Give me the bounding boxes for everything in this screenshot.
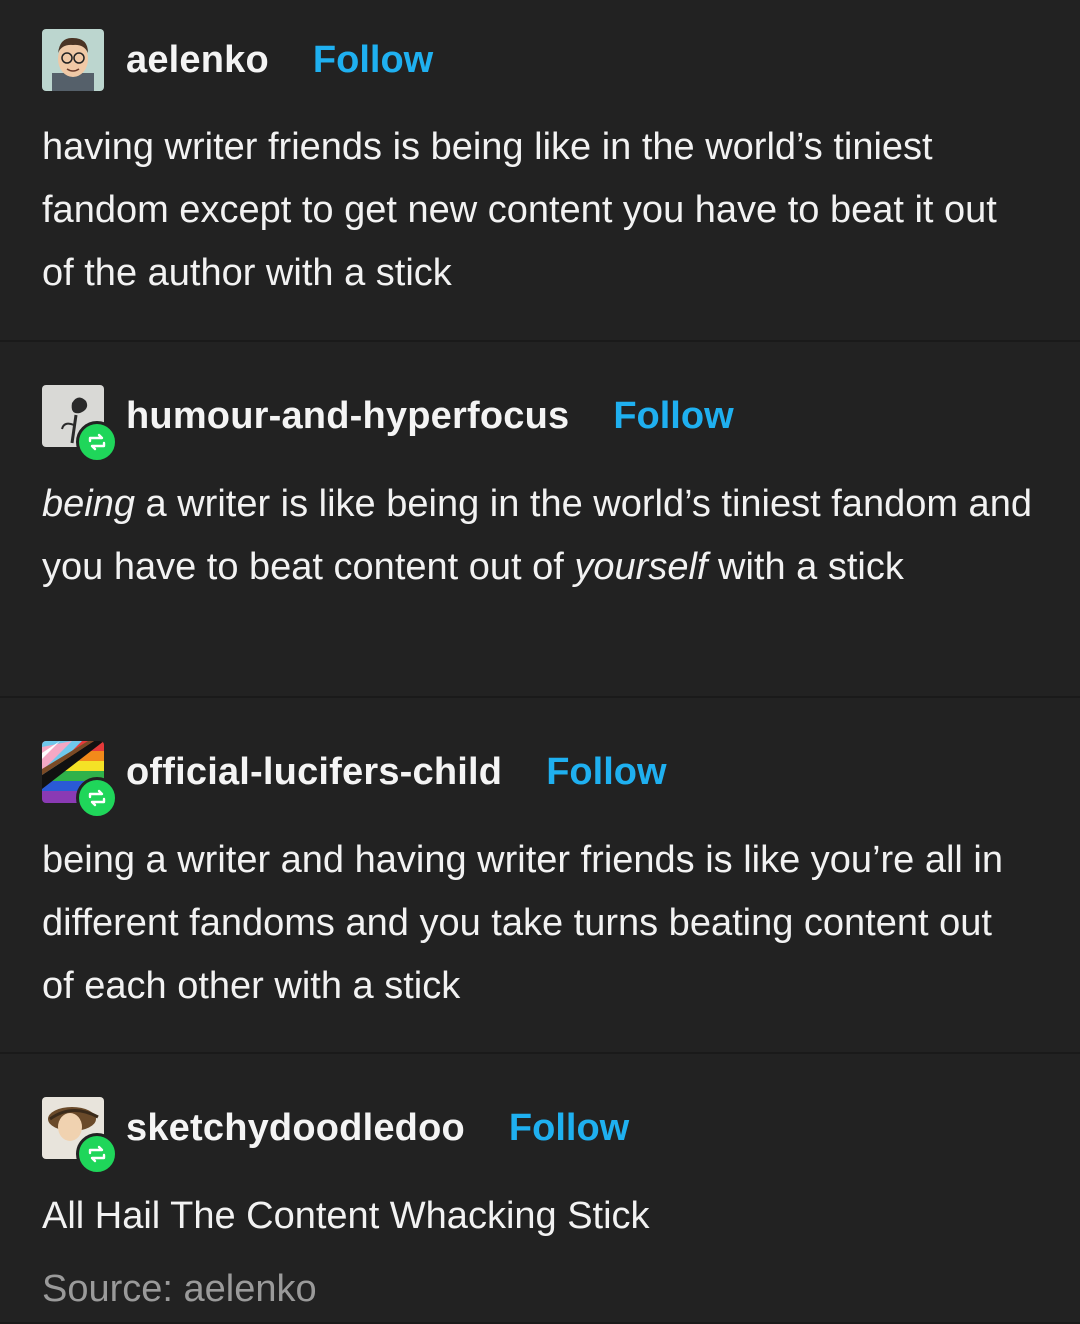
- reblog-icon: [76, 421, 118, 463]
- post-humour-and-hyperfocus: humour-and-hyperfocus Follow being a wri…: [0, 342, 1080, 698]
- post-header: sketchydoodledoo Follow: [42, 1096, 1038, 1175]
- post-text: being a writer and having writer friends…: [42, 839, 1004, 1007]
- avatar[interactable]: [42, 29, 104, 91]
- username[interactable]: sketchydoodledoo: [126, 1107, 465, 1150]
- post-header: humour-and-hyperfocus Follow: [42, 384, 1038, 463]
- post-text: having writer friends is being like in t…: [42, 126, 997, 294]
- emphasis-yourself: yourself: [574, 546, 708, 588]
- username[interactable]: official-lucifers-child: [126, 751, 502, 794]
- avatar[interactable]: [42, 741, 118, 819]
- reblog-icon: [76, 777, 118, 819]
- avatar[interactable]: [42, 385, 118, 463]
- text-end: with a stick: [707, 546, 904, 588]
- post-text: being a writer is like being in the worl…: [42, 473, 1042, 599]
- username[interactable]: humour-and-hyperfocus: [126, 395, 569, 438]
- emphasis-being: being: [42, 483, 135, 525]
- reblog-icon: [76, 1133, 118, 1175]
- cartoon-face-avatar: [42, 29, 104, 91]
- post-text: All Hail The Content Whacking Stick: [42, 1195, 650, 1237]
- avatar[interactable]: [42, 1097, 118, 1175]
- post-header: official-lucifers-child Follow: [42, 740, 1038, 819]
- post-header: aelenko Follow: [42, 28, 1038, 92]
- follow-button[interactable]: Follow: [509, 1107, 629, 1150]
- follow-button[interactable]: Follow: [546, 751, 666, 794]
- follow-button[interactable]: Follow: [613, 395, 733, 438]
- username[interactable]: aelenko: [126, 39, 269, 82]
- source-link[interactable]: Source: aelenko: [42, 1268, 317, 1311]
- follow-button[interactable]: Follow: [313, 39, 433, 82]
- post-official-lucifers-child: official-lucifers-child Follow being a w…: [0, 698, 1080, 1054]
- post-aelenko: aelenko Follow having writer friends is …: [0, 0, 1080, 342]
